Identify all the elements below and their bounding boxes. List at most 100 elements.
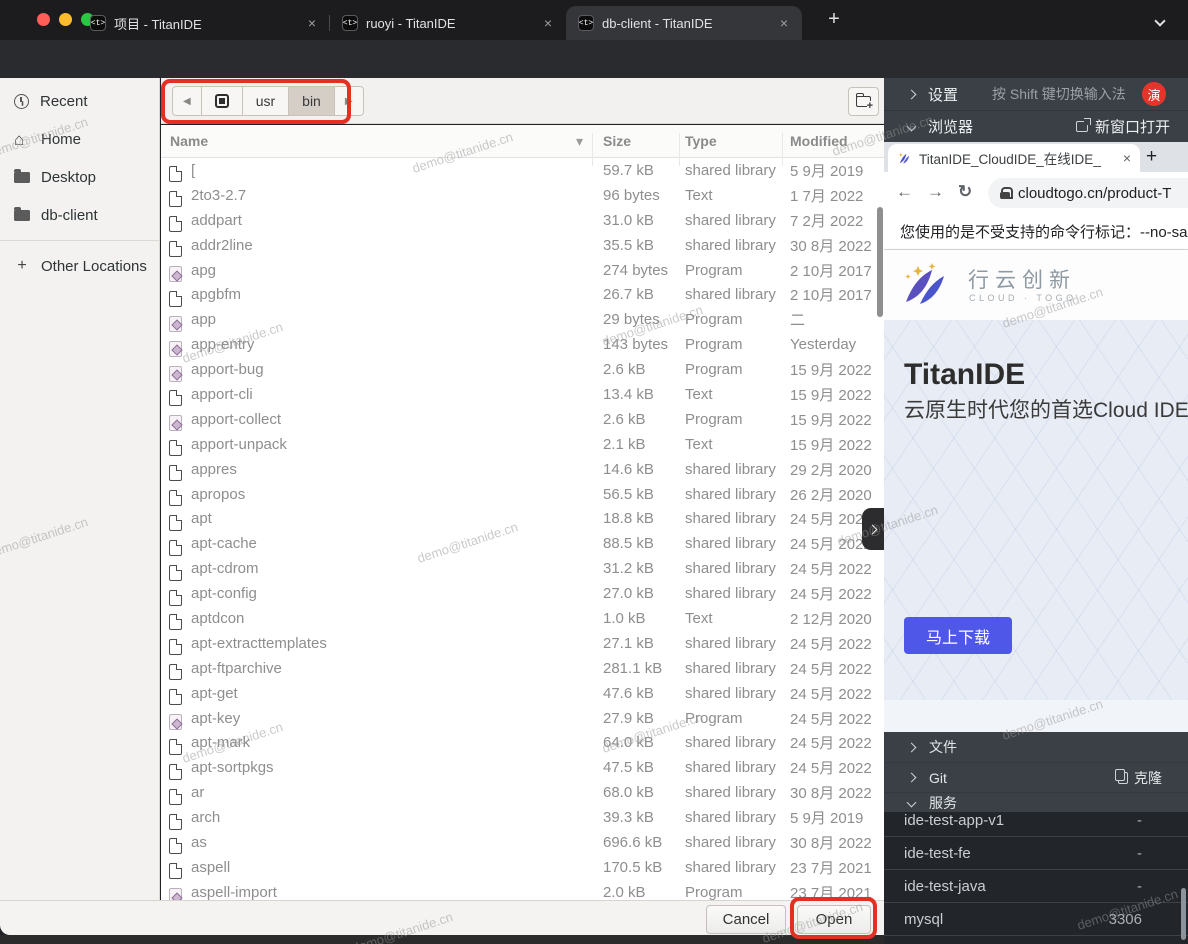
hero-text-line [904,534,1188,563]
file-list-scrollbar[interactable] [877,207,883,317]
screen: <t> 项目 - TitanIDE × <t> ruoyi - TitanIDE… [0,0,1188,944]
tab-close-icon[interactable]: × [542,15,554,31]
file-row[interactable]: ar 68.0 kB shared library 30 8月 2022 [161,780,884,805]
file-type: shared library [685,486,776,503]
file-size: 2.1 kB [603,436,646,453]
file-row[interactable]: apg 274 bytes Program 2 10月 2017 [161,258,884,283]
browser-tab[interactable]: <t> db-client - TitanIDE × [566,6,802,40]
file-row[interactable]: apt-extracttemplates 27.1 kB shared libr… [161,631,884,656]
sidebar-item[interactable]: Recent [0,82,159,120]
cancel-button[interactable]: Cancel [706,905,786,934]
file-row[interactable]: 2to3-2.7 96 bytes Text 1 7月 2022 [161,183,884,208]
column-header-name[interactable]: Name [170,133,208,149]
file-row[interactable]: apport-bug 2.6 kB Program 15 9月 2022 [161,357,884,382]
file-name: apt-get [191,685,238,702]
close-window-button[interactable] [37,13,50,26]
embedded-back-icon[interactable]: ← [896,182,913,202]
file-row[interactable]: apt-cache 88.5 kB shared library 24 5月 2… [161,531,884,556]
file-size: 2.0 kB [603,884,646,900]
service-name: ide-test-java [904,878,986,895]
services-section-row[interactable]: 服务 [884,792,1188,812]
file-modified: 24 5月 2022 [790,633,872,654]
embedded-tab[interactable]: TitanIDE_CloudIDE_在线IDE_ × [888,144,1140,172]
file-modified: 15 9月 2022 [790,434,872,455]
settings-section-row[interactable]: 设置 按 Shift 键切换输入法 演 [884,78,1188,110]
column-header-type[interactable]: Type [685,133,717,149]
open-button[interactable]: Open [797,905,871,934]
file-row[interactable]: aptdcon 1.0 kB Text 2 12月 2020 [161,606,884,631]
hero-text-line [904,432,1188,461]
file-row[interactable]: aspell 170.5 kB shared library 23 7月 202… [161,855,884,880]
sidebar-item-label: Home [41,131,81,148]
service-row[interactable]: ide-test-java - [884,870,1188,903]
file-row[interactable]: apt-sortpkgs 47.5 kB shared library 24 5… [161,755,884,780]
demo-badge[interactable]: 演 [1142,82,1166,106]
embedded-reload-icon[interactable]: ↻ [958,182,972,202]
file-size: 14.6 kB [603,461,654,478]
new-tab-button[interactable]: + [822,8,846,32]
path-segment-bin[interactable]: bin [289,86,335,116]
file-size: 68.0 kB [603,784,654,801]
service-row[interactable]: mysql 3306 [884,903,1188,936]
sidebar-item-other-locations[interactable]: + Other Locations [0,247,159,285]
file-row[interactable]: appres 14.6 kB shared library 29 2月 2020 [161,457,884,482]
file-row[interactable]: apport-collect 2.6 kB Program 15 9月 2022 [161,407,884,432]
open-new-window-button[interactable]: 新窗口打开 [1076,116,1170,137]
embedded-new-tab-button[interactable]: + [1146,146,1157,168]
file-type: Text [685,386,713,403]
browser-section-row[interactable]: 浏览器 新窗口打开 [884,110,1188,142]
file-row[interactable]: addr2line 35.5 kB shared library 30 8月 2… [161,233,884,258]
minimize-window-button[interactable] [59,13,72,26]
file-row[interactable]: apt-config 27.0 kB shared library 24 5月 … [161,581,884,606]
file-row[interactable]: apport-cli 13.4 kB Text 15 9月 2022 [161,382,884,407]
file-row[interactable]: apt-mark 64.0 kB shared library 24 5月 20… [161,730,884,755]
file-row[interactable]: addpart 31.0 kB shared library 7 2月 2022 [161,208,884,233]
file-row[interactable]: apgbfm 26.7 kB shared library 2 10月 2017 [161,282,884,307]
embedded-address-bar[interactable]: cloudtogo.cn/product-T [988,178,1188,208]
embedded-forward-icon[interactable]: → [927,182,944,202]
file-row[interactable]: apt-get 47.6 kB shared library 24 5月 202… [161,681,884,706]
column-header-size[interactable]: Size [603,133,631,149]
file-row[interactable]: app-entry 143 bytes Program Yesterday [161,332,884,357]
file-name: 2to3-2.7 [191,187,246,204]
panel-collapse-handle[interactable] [862,508,884,550]
path-back-icon[interactable]: ◀ [172,86,202,116]
file-row[interactable]: apropos 56.5 kB shared library 26 2月 202… [161,482,884,507]
file-row[interactable]: apt-ftparchive 281.1 kB shared library 2… [161,656,884,681]
file-row[interactable]: [ 59.7 kB shared library 5 9月 2019 [161,158,884,183]
path-segment-usr[interactable]: usr [243,86,289,116]
new-folder-button[interactable] [848,87,879,116]
file-row[interactable]: apt-key 27.9 kB Program 24 5月 2022 [161,706,884,731]
download-now-button[interactable]: 马上下载 [904,617,1012,654]
tab-search-chevron-icon[interactable] [1156,12,1178,30]
sidebar-item[interactable]: db-client [0,196,159,234]
sidebar-item[interactable]: ⌂ Home [0,120,159,158]
file-type: Program [685,361,743,378]
service-row[interactable]: ide-test-fe - [884,837,1188,870]
browser-tab[interactable]: <t> ruoyi - TitanIDE × [330,6,566,40]
file-row[interactable]: apt-cdrom 31.2 kB shared library 24 5月 2… [161,556,884,581]
git-clone-button[interactable]: 克隆 [1118,768,1162,788]
files-section-row[interactable]: 文件 [884,732,1188,762]
file-size: 18.8 kB [603,510,654,527]
file-row[interactable]: apport-unpack 2.1 kB Text 15 9月 2022 [161,432,884,457]
titanide-favicon: <t> [90,15,106,31]
browser-tab[interactable]: <t> 项目 - TitanIDE × [78,6,330,40]
tab-close-icon[interactable]: × [778,15,790,31]
panel-scrollbar[interactable] [1181,888,1186,940]
path-forward-icon[interactable]: ▶ [335,86,364,116]
filesystem-root-button[interactable] [202,86,243,116]
file-type: shared library [685,660,776,677]
file-row[interactable]: aspell-import 2.0 kB Program 23 7月 2021 [161,880,884,900]
embedded-tab-close-icon[interactable]: × [1123,150,1131,166]
file-row[interactable]: apt 18.8 kB shared library 24 5月 2022 [161,506,884,531]
sidebar-item[interactable]: Desktop [0,158,159,196]
file-size: 64.0 kB [603,734,654,751]
git-section-row[interactable]: Git 克隆 [884,762,1188,792]
tab-close-icon[interactable]: × [306,15,318,31]
file-row[interactable]: as 696.6 kB shared library 30 8月 2022 [161,830,884,855]
ide-right-panel: 设置 按 Shift 键切换输入法 演 浏览器 新窗口打开 TitanIDE_C… [884,78,1188,944]
file-row[interactable]: app 29 bytes Program 二 [161,307,884,332]
file-row[interactable]: arch 39.3 kB shared library 5 9月 2019 [161,805,884,830]
column-header-modified[interactable]: Modified [790,133,848,149]
